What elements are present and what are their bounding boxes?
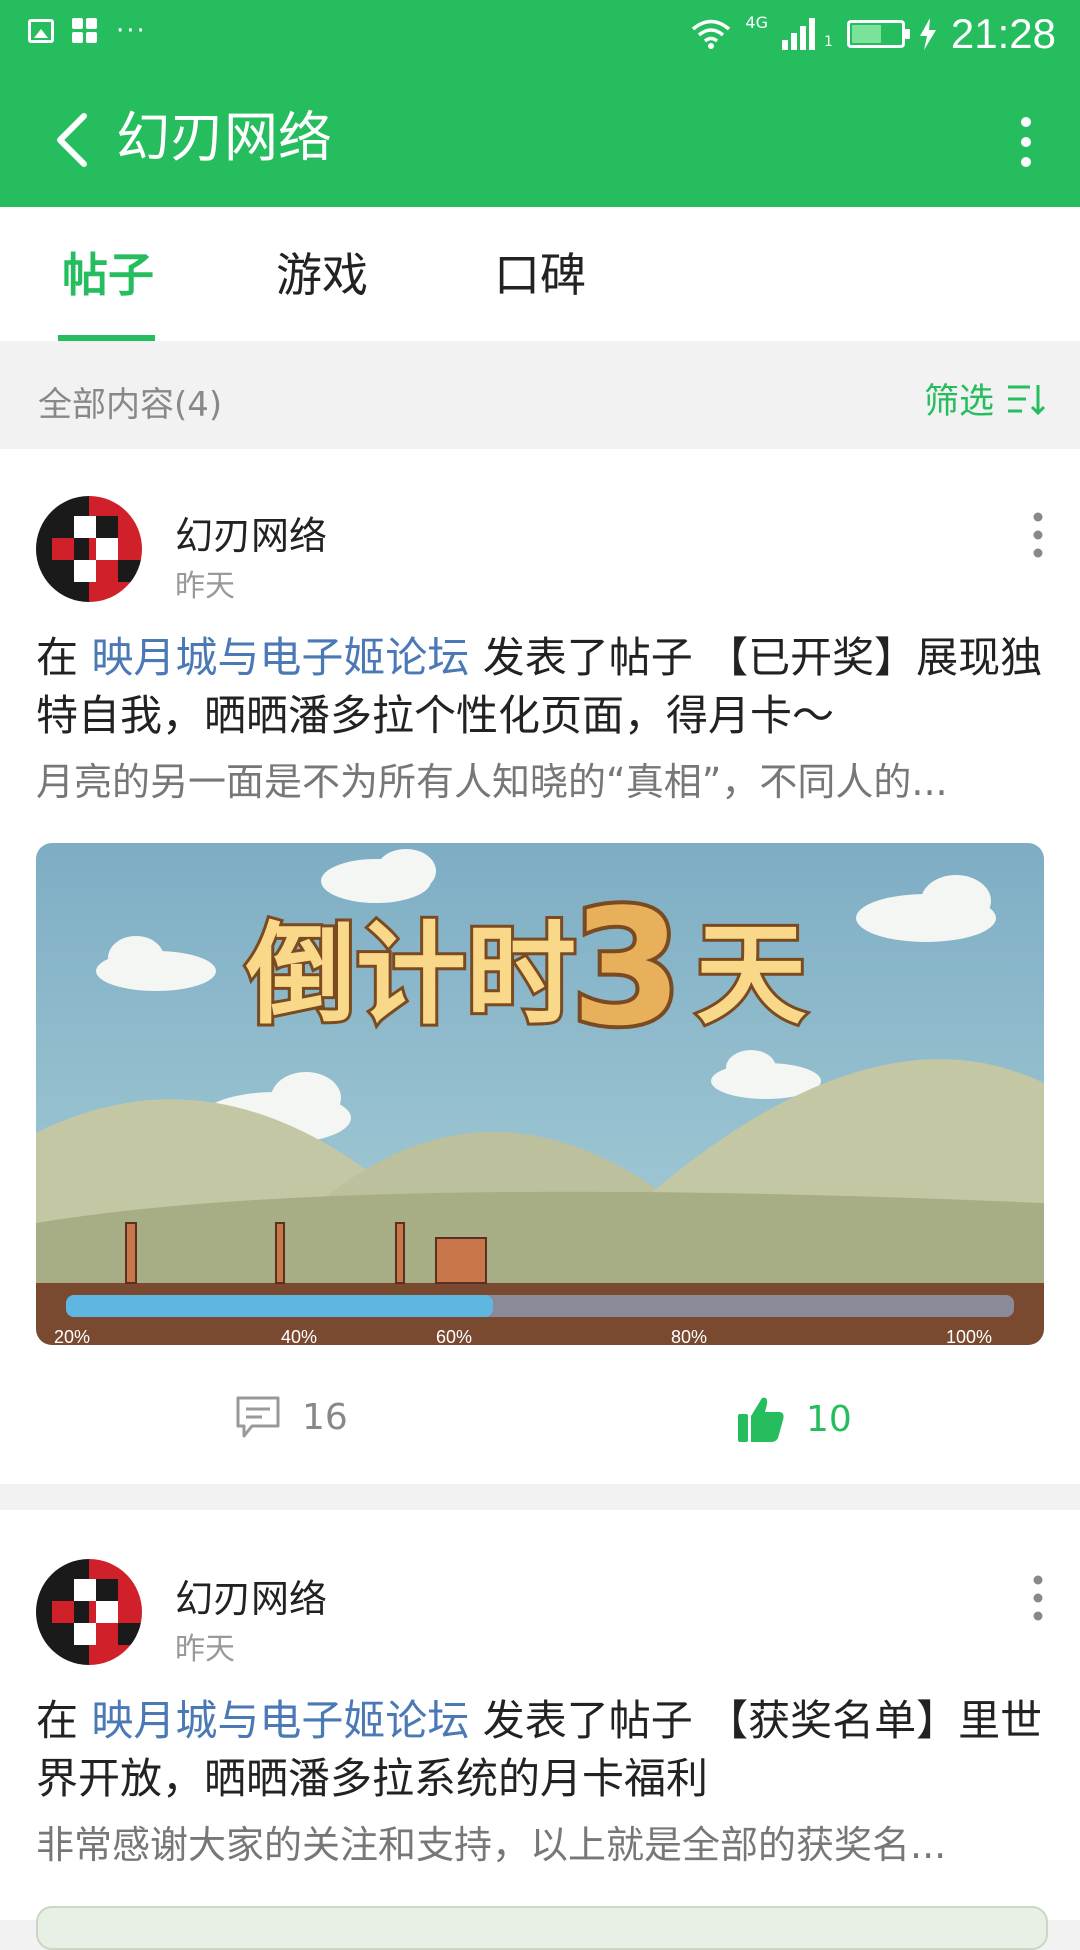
- author-logo-icon: [36, 1559, 142, 1665]
- author-name[interactable]: 幻刃网络: [175, 1568, 327, 1623]
- post-prefix: 在: [36, 1696, 79, 1745]
- comment-icon: [236, 1396, 280, 1438]
- progress-label: 80%: [671, 1327, 707, 1345]
- tab-games[interactable]: 游戏: [276, 247, 368, 303]
- like-button[interactable]: 10: [736, 1394, 852, 1444]
- post-menu-button[interactable]: [1026, 1574, 1050, 1622]
- post-card[interactable]: 幻刃网络 昨天 在 映月城与电子姬论坛 发表了帖子 【已开奖】展现独特自我，晒晒…: [0, 449, 1080, 1484]
- forum-link[interactable]: 映月城与电子姬论坛: [91, 1696, 469, 1745]
- like-count: 10: [806, 1398, 852, 1440]
- page-title: 幻刃网络: [116, 106, 332, 169]
- countdown-banner-image: 倒计时 3 天 20% 40% 60% 80% 100%: [36, 843, 1044, 1345]
- battery-icon: [846, 20, 910, 48]
- post-excerpt: 非常感谢大家的关注和支持，以上就是全部的获奖名...: [36, 1823, 947, 1867]
- filter-label: 筛选: [923, 382, 994, 422]
- tab-reviews[interactable]: 口碑: [494, 247, 586, 303]
- post-image[interactable]: 倒计时 3 天 20% 40% 60% 80% 100%: [36, 843, 1044, 1345]
- post-card[interactable]: 幻刃网络 昨天 在 映月城与电子姬论坛 发表了帖子 【获奖名单】里世界开放，晒晒…: [0, 1510, 1080, 1950]
- progress-label: 20%: [54, 1327, 90, 1345]
- post-date: 昨天: [175, 569, 235, 604]
- more-vertical-icon: [1021, 117, 1031, 167]
- chevron-left-icon: [57, 113, 87, 167]
- banner-text-day: 天: [696, 911, 806, 1039]
- battery-level: [851, 25, 881, 43]
- post-title[interactable]: 在 映月城与电子姬论坛 发表了帖子 【已开奖】展现独特自我，晒晒潘多拉个性化页面…: [36, 629, 1046, 745]
- tab-posts[interactable]: 帖子: [62, 247, 154, 303]
- wifi-icon: [692, 19, 731, 49]
- filter-sort-icon: [1008, 384, 1046, 415]
- progress-label: 100%: [946, 1327, 992, 1345]
- signal-icon: [781, 18, 815, 50]
- signal-sim-label: 1: [823, 34, 833, 50]
- comment-count: 16: [302, 1396, 348, 1438]
- apps-notification-icon: [72, 18, 98, 44]
- clock: 21:28: [950, 10, 1056, 57]
- more-vertical-icon: [1033, 512, 1043, 558]
- more-notifications-icon: ···: [116, 16, 147, 46]
- app-bar: 幻刃网络: [0, 72, 1080, 207]
- filter-bar: 全部内容(4) 筛选: [0, 341, 1080, 449]
- forum-link[interactable]: 映月城与电子姬论坛: [91, 633, 469, 682]
- avatar[interactable]: [36, 1559, 142, 1665]
- image-notification-icon: [28, 19, 54, 43]
- banner-text-countdown: 倒计时: [245, 911, 576, 1039]
- content-count: 全部内容(4): [38, 385, 223, 425]
- post-prefix: 在: [36, 633, 79, 682]
- progress-label: 40%: [281, 1327, 317, 1345]
- avatar[interactable]: [36, 496, 142, 602]
- more-vertical-icon: [1033, 1575, 1043, 1621]
- overflow-menu-button[interactable]: [1006, 114, 1046, 170]
- network-type: 4G: [745, 12, 768, 32]
- author-logo-icon: [36, 496, 142, 602]
- author-name[interactable]: 幻刃网络: [175, 505, 327, 560]
- post-actions: 16 10: [0, 1394, 1080, 1474]
- post-menu-button[interactable]: [1026, 511, 1050, 559]
- comment-button[interactable]: 16: [234, 1394, 348, 1440]
- post-title[interactable]: 在 映月城与电子姬论坛 发表了帖子 【获奖名单】里世界开放，晒晒潘多拉系统的月卡…: [36, 1692, 1046, 1808]
- progress-fill: [66, 1295, 493, 1317]
- post-date: 昨天: [175, 1632, 235, 1667]
- tab-bar: 帖子 游戏 口碑: [0, 207, 1080, 341]
- post-image[interactable]: [36, 1906, 1048, 1950]
- post-action: 发表了帖子: [482, 1696, 693, 1745]
- post-excerpt: 月亮的另一面是不为所有人知晓的“真相”，不同人的...: [36, 760, 948, 804]
- progress-label: 60%: [436, 1327, 472, 1345]
- status-bar: ··· 4G 1 21:28: [0, 0, 1080, 72]
- back-button[interactable]: [48, 108, 108, 172]
- post-action: 发表了帖子: [482, 633, 693, 682]
- charging-icon: [919, 18, 936, 50]
- filter-button[interactable]: 筛选: [924, 373, 1046, 424]
- banner-text-number: 3: [571, 874, 682, 1061]
- thumbs-up-icon: [738, 1397, 784, 1442]
